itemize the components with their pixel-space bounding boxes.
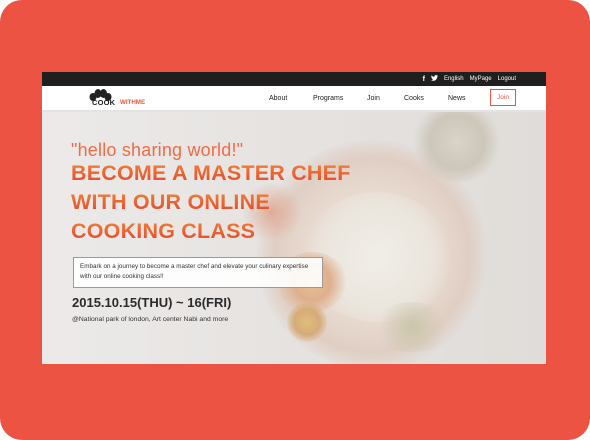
utility-bar: f English MyPage Logout xyxy=(42,72,546,86)
nav-programs[interactable]: Programs xyxy=(313,86,343,111)
hero-description: Embark on a journey to become a master c… xyxy=(73,257,323,288)
event-location: @National park of london, Art center Nab… xyxy=(72,316,229,323)
join-button[interactable]: Join xyxy=(490,89,516,106)
nav-join[interactable]: Join xyxy=(367,86,380,111)
nav-news[interactable]: News xyxy=(448,86,466,111)
site-logo[interactable]: COOK WITHME xyxy=(84,89,164,109)
mypage-link[interactable]: MyPage xyxy=(470,76,492,82)
logout-link[interactable]: Logout xyxy=(498,76,516,82)
twitter-icon[interactable] xyxy=(430,75,438,83)
headline-line-3: COOKING CLASS xyxy=(71,217,351,246)
headline-line-1: BECOME A MASTER CHEF xyxy=(71,159,351,188)
event-date: 2015.10.15(THU) ~ 16(FRI) xyxy=(72,295,232,310)
nav-cooks[interactable]: Cooks xyxy=(404,86,424,111)
hero-tagline: "hello sharing world!" xyxy=(71,140,244,160)
logo-text-withme: WITHME xyxy=(120,99,146,106)
facebook-icon[interactable]: f xyxy=(423,76,425,83)
language-link[interactable]: English xyxy=(444,76,464,82)
logo-text-cook: COOK xyxy=(92,98,116,107)
headline-line-2: WITH OUR ONLINE xyxy=(71,188,351,217)
main-navigation: COOK WITHME About Programs Join Cooks Ne… xyxy=(42,86,546,111)
website-screenshot: f English MyPage Logout COOK WITHME Abou… xyxy=(42,72,546,364)
nav-about[interactable]: About xyxy=(269,86,287,111)
hero-headline: BECOME A MASTER CHEF WITH OUR ONLINE COO… xyxy=(71,159,351,246)
hero-section: "hello sharing world!" BECOME A MASTER C… xyxy=(42,112,546,364)
